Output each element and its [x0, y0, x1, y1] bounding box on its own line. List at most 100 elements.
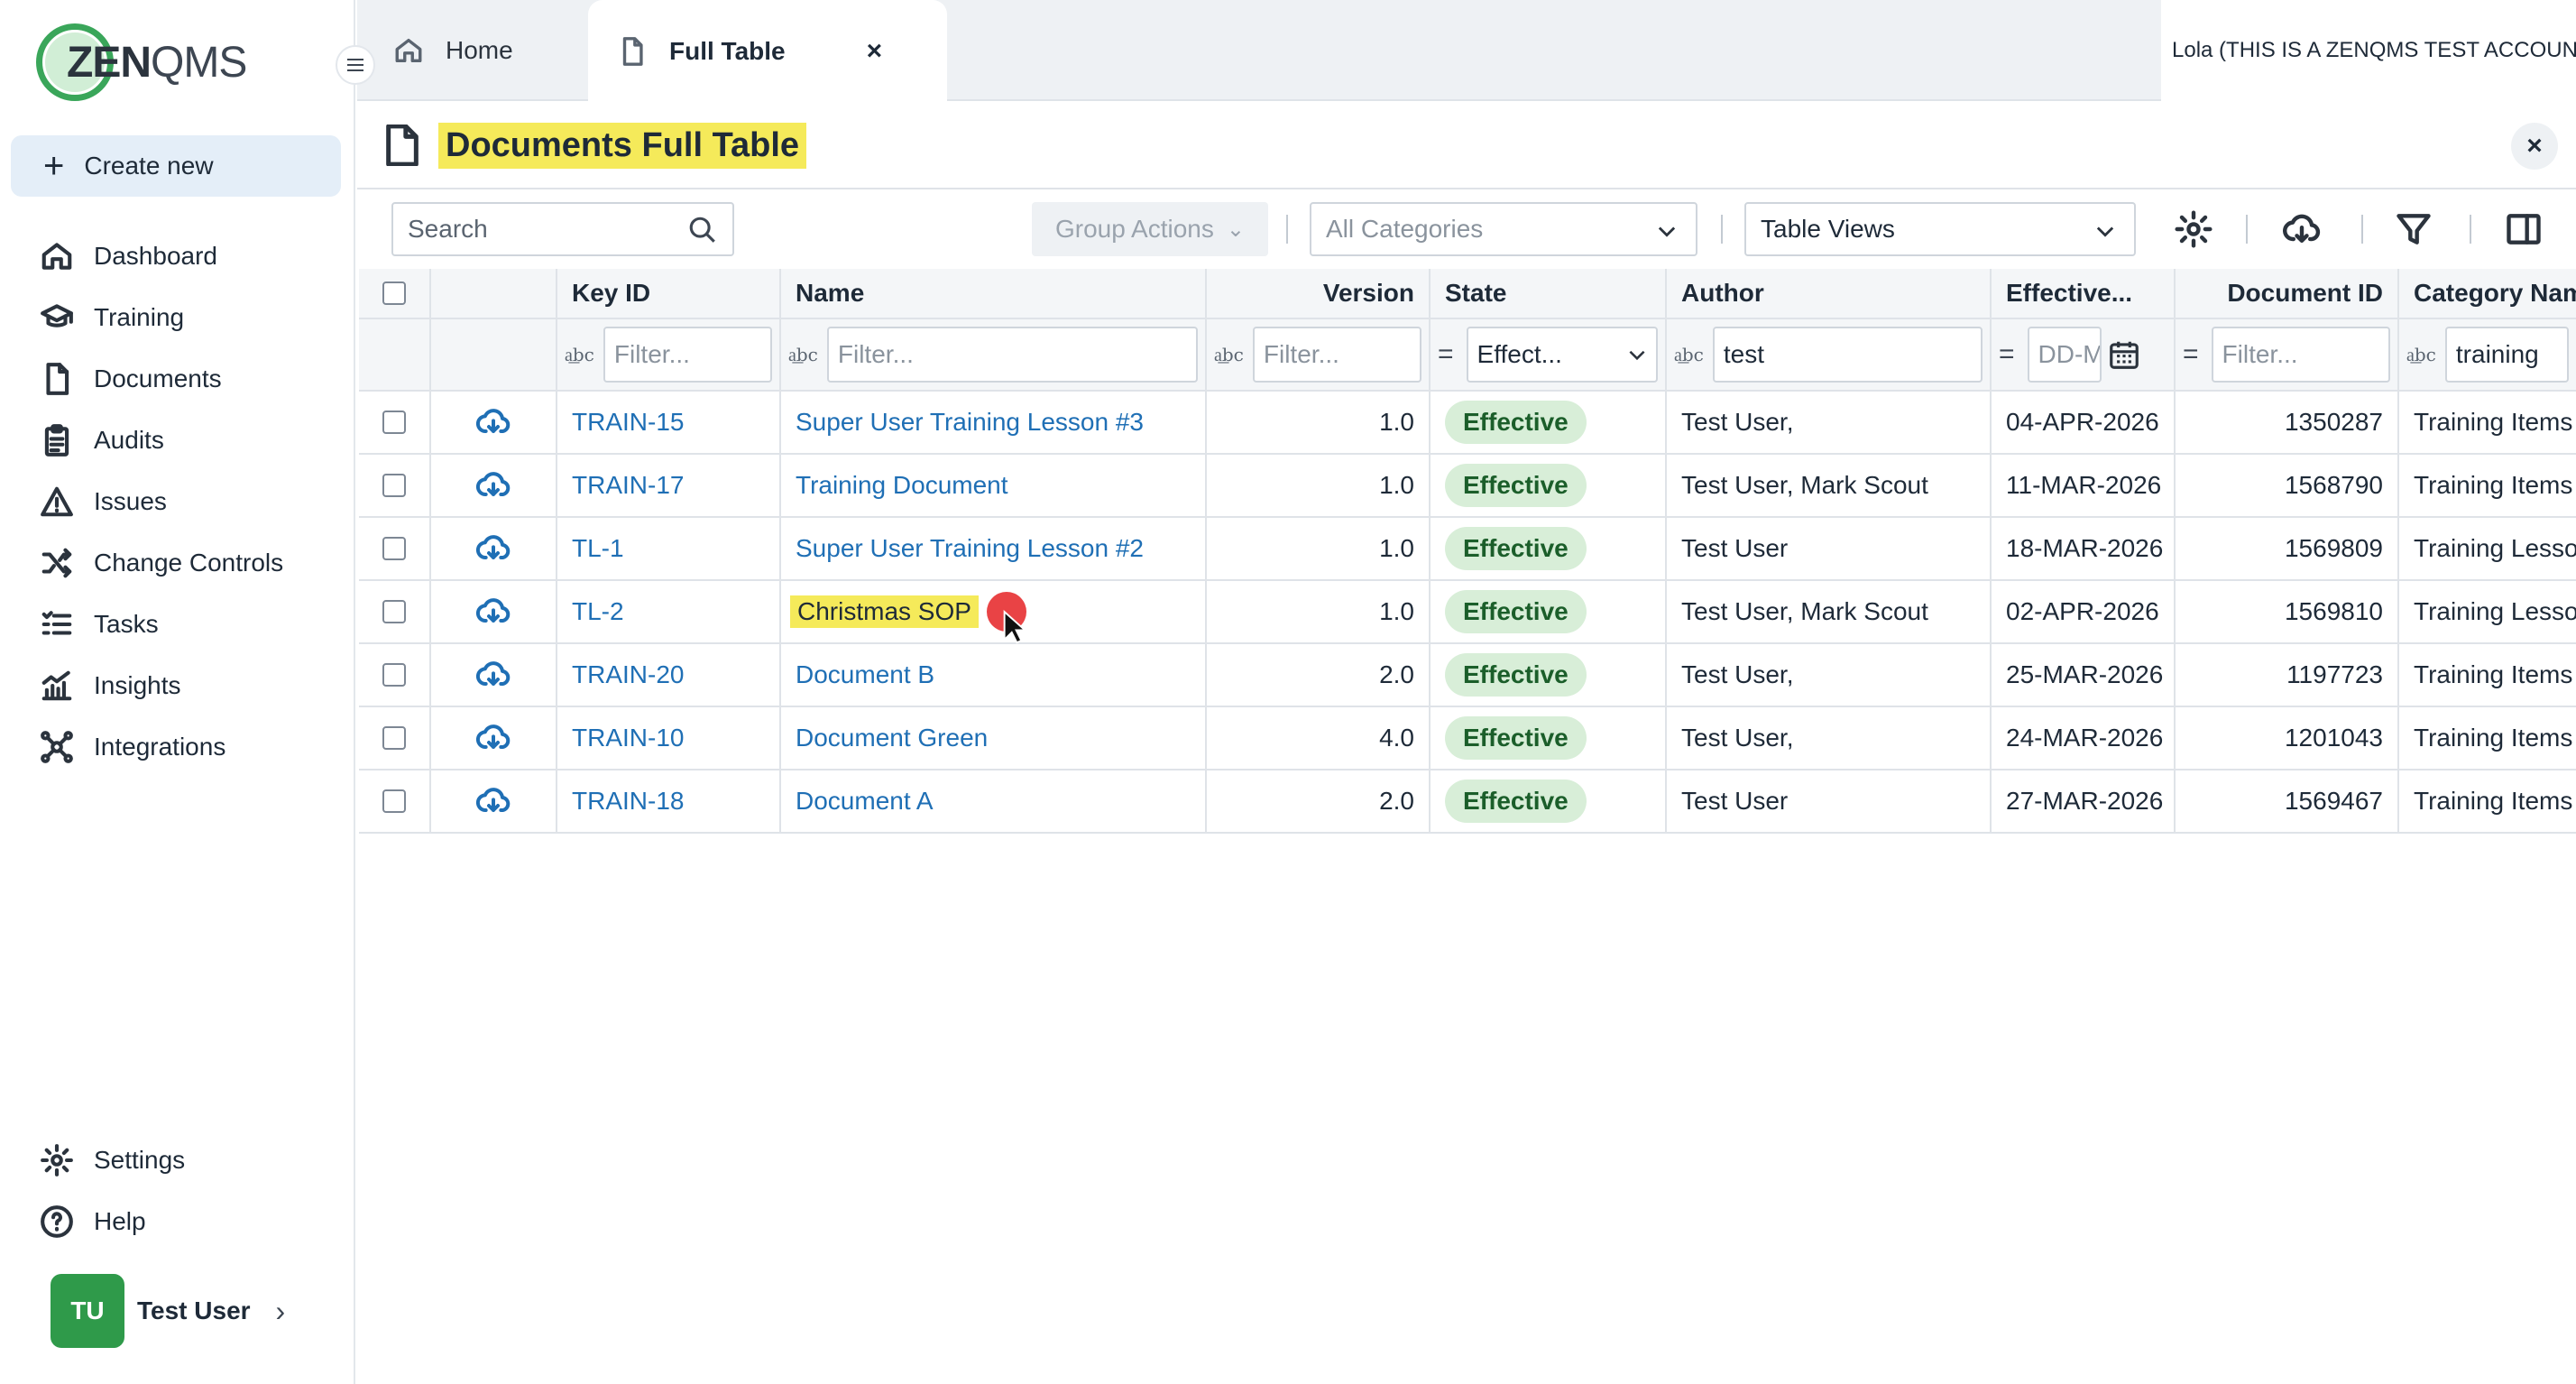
name-cell: Training Document	[781, 455, 1207, 516]
author-cell: Test User,	[1667, 392, 1992, 453]
column-header-state[interactable]: State	[1431, 269, 1667, 318]
account-label[interactable]: Lola (THIS IS A ZENQMS TEST ACCOUNT)	[2161, 0, 2576, 101]
tab-full-table[interactable]: Full Table ×	[588, 0, 947, 103]
filter-icon[interactable]	[2394, 209, 2433, 249]
status-badge: Effective	[1445, 590, 1587, 633]
sidebar-bottom-nav: Settings Help	[0, 1130, 355, 1252]
sidebar-item-insights[interactable]: Insights	[0, 655, 355, 716]
group-actions-label: Group Actions	[1055, 215, 1214, 243]
cloud-download-icon[interactable]	[2282, 209, 2322, 249]
document-id-cell: 1197723	[2176, 644, 2399, 706]
toolbar-divider	[2246, 215, 2248, 244]
sidebar-item-help[interactable]: Help	[0, 1191, 355, 1252]
table-row[interactable]: TRAIN-18 Document A 2.0 Effective Test U…	[359, 770, 2576, 834]
select-all-checkbox[interactable]	[382, 281, 406, 305]
author-filter-input[interactable]: test	[1712, 327, 1983, 383]
split-view-icon[interactable]	[2504, 209, 2544, 249]
sidebar-item-dashboard[interactable]: Dashboard	[0, 226, 355, 287]
group-actions-button[interactable]: Group Actions ⌄	[1032, 202, 1268, 256]
name-cell: Super User Training Lesson #2	[781, 518, 1207, 579]
name-filter-input[interactable]: Filter...	[826, 327, 1198, 383]
cloud-download-icon[interactable]	[475, 720, 511, 756]
table-row[interactable]: TRAIN-17 Training Document 1.0 Effective…	[359, 455, 2576, 518]
column-header-effective[interactable]: Effective...	[1992, 269, 2176, 318]
close-tab-button[interactable]: ×	[867, 36, 883, 67]
search-input[interactable]: Search	[391, 202, 734, 256]
document-name-link[interactable]: Training Document	[796, 471, 1008, 500]
sidebar-item-tasks[interactable]: Tasks	[0, 594, 355, 655]
cloud-download-icon[interactable]	[475, 594, 511, 630]
document-name-link[interactable]: Super User Training Lesson #3	[796, 408, 1144, 437]
toolbar-divider	[2361, 215, 2363, 244]
row-checkbox[interactable]	[382, 726, 406, 750]
key-id-link[interactable]: TL-2	[572, 597, 624, 626]
key-id-link[interactable]: TL-1	[572, 534, 624, 563]
row-checkbox[interactable]	[382, 600, 406, 623]
create-new-button[interactable]: + Create new	[11, 135, 341, 197]
table-row[interactable]: TRAIN-15 Super User Training Lesson #3 1…	[359, 392, 2576, 455]
key-id-link[interactable]: TRAIN-15	[572, 408, 684, 437]
column-header-category[interactable]: Category Name	[2399, 269, 2576, 318]
cloud-download-icon[interactable]	[475, 657, 511, 693]
close-page-button[interactable]: ×	[2511, 123, 2558, 170]
column-header-name[interactable]: Name	[781, 269, 1207, 318]
sidebar-item-change-controls[interactable]: Change Controls	[0, 532, 355, 594]
document-name-link[interactable]: Christmas SOP	[790, 595, 979, 628]
home-icon	[395, 38, 422, 63]
calendar-icon[interactable]	[2107, 337, 2141, 372]
row-select-cell	[359, 581, 431, 642]
cloud-download-icon[interactable]	[475, 404, 511, 440]
state-filter-select[interactable]: Effect...	[1466, 327, 1658, 383]
table-row[interactable]: TL-2 Christmas SOP 1.0 Effective Test Us…	[359, 581, 2576, 644]
chevron-right-icon: ›	[275, 1294, 286, 1327]
cloud-download-icon[interactable]	[475, 467, 511, 503]
row-checkbox[interactable]	[382, 474, 406, 497]
column-header-key-id[interactable]: Key ID	[557, 269, 781, 318]
filter-cell-key-id: a͟bc Filter...	[557, 319, 781, 390]
document-id-filter-input[interactable]: Filter...	[2211, 327, 2390, 383]
table-row[interactable]: TL-1 Super User Training Lesson #2 1.0 E…	[359, 518, 2576, 581]
sidebar-item-settings[interactable]: Settings	[0, 1130, 355, 1191]
cloud-download-icon[interactable]	[475, 783, 511, 819]
key-id-link[interactable]: TRAIN-10	[572, 724, 684, 752]
collapse-sidebar-button[interactable]	[336, 45, 375, 85]
row-checkbox[interactable]	[382, 789, 406, 813]
document-name-link[interactable]: Document Green	[796, 724, 988, 752]
column-header-document-id[interactable]: Document ID	[2176, 269, 2399, 318]
row-checkbox[interactable]	[382, 663, 406, 687]
version-filter-input[interactable]: Filter...	[1252, 327, 1421, 383]
effective-date-filter-input[interactable]: DD-M	[2027, 327, 2102, 383]
key-id-link[interactable]: TRAIN-18	[572, 787, 684, 816]
sidebar-item-documents[interactable]: Documents	[0, 348, 355, 410]
sidebar-item-integrations[interactable]: Integrations	[0, 716, 355, 778]
sidebar-item-label: Documents	[94, 364, 222, 392]
cloud-download-icon[interactable]	[475, 531, 511, 567]
row-checkbox[interactable]	[382, 411, 406, 434]
key-id-filter-input[interactable]: Filter...	[603, 327, 772, 383]
key-id-link[interactable]: TRAIN-20	[572, 660, 684, 689]
table-row[interactable]: TRAIN-20 Document B 2.0 Effective Test U…	[359, 644, 2576, 707]
tab-home[interactable]: Home	[393, 0, 574, 101]
key-id-link[interactable]: TRAIN-17	[572, 471, 684, 500]
row-checkbox[interactable]	[382, 537, 406, 560]
row-select-cell	[359, 770, 431, 832]
category-filter-input[interactable]: training	[2444, 327, 2569, 383]
column-header-version[interactable]: Version	[1207, 269, 1431, 318]
table-views-select[interactable]: Table Views	[1744, 202, 2136, 256]
document-name-link[interactable]: Super User Training Lesson #2	[796, 534, 1144, 563]
gear-icon[interactable]	[2174, 209, 2213, 249]
category-cell: Training Items	[2414, 724, 2573, 752]
table-row[interactable]: TRAIN-10 Document Green 4.0 Effective Te…	[359, 707, 2576, 770]
document-name-link[interactable]: Document B	[796, 660, 934, 689]
document-name-link[interactable]: Document A	[796, 787, 934, 816]
category-select[interactable]: All Categories	[1310, 202, 1697, 256]
zenqms-logo[interactable]: ZENQMS	[36, 23, 247, 101]
sidebar-item-training[interactable]: Training	[0, 287, 355, 348]
user-profile[interactable]: TU Test User ›	[51, 1274, 285, 1348]
sidebar-item-audits[interactable]: Audits	[0, 410, 355, 471]
sidebar-item-issues[interactable]: Issues	[0, 471, 355, 532]
key-id-cell: TRAIN-15	[557, 392, 781, 453]
column-header-author[interactable]: Author	[1667, 269, 1992, 318]
version-cell: 1.0	[1207, 581, 1431, 642]
sidebar-item-label: Training	[94, 303, 185, 331]
